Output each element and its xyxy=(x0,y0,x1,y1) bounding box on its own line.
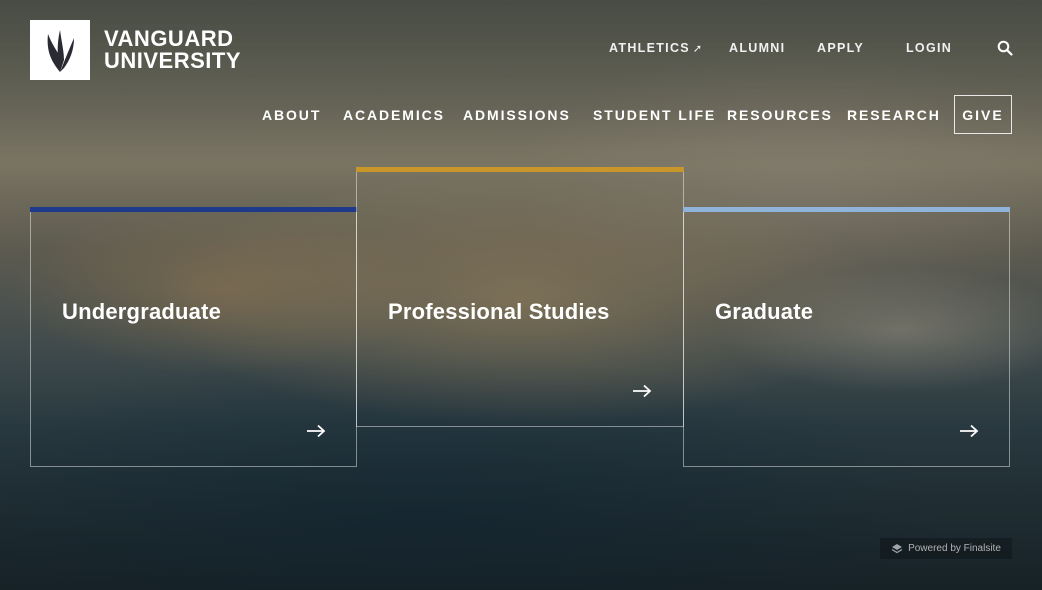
external-arrow-icon: ➚ xyxy=(692,43,704,55)
powered-by-finalsite-link[interactable]: Powered by Finalsite xyxy=(880,538,1012,559)
utility-link-apply[interactable]: APPLY xyxy=(817,41,864,55)
nav-student-life[interactable]: STUDENT LIFE xyxy=(593,107,716,123)
card-accent-bar xyxy=(356,167,684,172)
card-accent-bar xyxy=(683,207,1010,212)
nav-about[interactable]: ABOUT xyxy=(262,107,321,123)
powered-by-text: Powered by Finalsite xyxy=(908,543,1001,554)
nav-research[interactable]: RESEARCH xyxy=(847,107,941,123)
arrow-right-icon xyxy=(632,384,652,398)
utility-link-login[interactable]: LOGIN xyxy=(906,41,952,55)
nav-resources[interactable]: RESOURCES xyxy=(727,107,833,123)
card-title: Professional Studies xyxy=(388,299,610,324)
finalsite-layers-icon xyxy=(891,543,903,555)
card-accent-bar xyxy=(30,207,357,212)
arrow-right-icon xyxy=(959,424,979,438)
search-icon[interactable] xyxy=(997,40,1013,56)
card-professional-studies[interactable]: Professional Studies xyxy=(356,167,684,427)
nav-admissions[interactable]: ADMISSIONS xyxy=(463,107,571,123)
give-button[interactable]: GIVE xyxy=(954,95,1012,134)
arrow-right-icon xyxy=(306,424,326,438)
card-undergraduate[interactable]: Undergraduate xyxy=(30,207,357,467)
main-nav: ABOUT ACADEMICS ADMISSIONS STUDENT LIFE … xyxy=(0,107,1042,127)
card-title: Graduate xyxy=(715,299,814,324)
card-graduate[interactable]: Graduate xyxy=(683,207,1010,467)
utility-link-athletics[interactable]: ATHLETICS ➚ xyxy=(609,41,703,55)
utility-nav: ATHLETICS ➚ ALUMNI APPLY LOGIN xyxy=(0,41,1042,57)
utility-link-alumni[interactable]: ALUMNI xyxy=(729,41,785,55)
utility-link-label: ATHLETICS xyxy=(609,41,690,55)
nav-academics[interactable]: ACADEMICS xyxy=(343,107,445,123)
card-title: Undergraduate xyxy=(62,299,222,324)
